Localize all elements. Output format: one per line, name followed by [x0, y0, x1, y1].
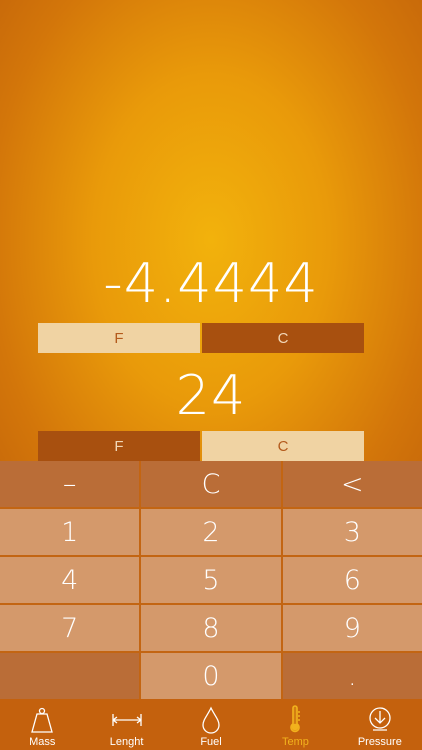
unit-selector-top: F C [38, 323, 364, 353]
key-6[interactable]: 6 [282, 557, 422, 603]
minus-key[interactable]: – [0, 461, 140, 507]
thermometer-icon [290, 705, 301, 733]
key-9[interactable]: 9 [282, 605, 422, 651]
tab-length[interactable]: Lenght [84, 699, 168, 750]
tab-label-fuel: Fuel [200, 736, 222, 748]
key-8[interactable]: 8 [141, 605, 281, 651]
unit-c-button-top[interactable]: C [202, 323, 364, 353]
tab-label-mass: Mass [29, 736, 56, 748]
unit-c-button-bottom[interactable]: C [202, 431, 364, 461]
unit-f-button-top[interactable]: F [38, 323, 200, 353]
input-display: 24 [175, 364, 247, 427]
backspace-key[interactable]: < [282, 461, 422, 507]
tab-pressure[interactable]: Pressure [338, 699, 422, 750]
clear-key[interactable]: C [141, 461, 281, 507]
key-4[interactable]: 4 [0, 557, 140, 603]
drop-icon [202, 706, 220, 734]
tab-label-temp: Temp [281, 736, 309, 748]
ruler-icon [111, 714, 142, 726]
key-7[interactable]: 7 [0, 605, 140, 651]
unit-f-button-bottom[interactable]: F [38, 431, 200, 461]
key-3[interactable]: 3 [282, 509, 422, 555]
key-0[interactable]: 0 [141, 653, 281, 699]
decimal-key[interactable]: . [282, 653, 422, 699]
key-5[interactable]: 5 [141, 557, 281, 603]
result-display: -4.4444 [103, 252, 319, 315]
tab-label-length: Lenght [109, 736, 144, 748]
weight-icon [31, 707, 54, 733]
keypad: – C < 1 2 3 4 5 6 7 8 9 0 . [0, 461, 422, 699]
key-1[interactable]: 1 [0, 509, 140, 555]
blank-key [0, 653, 140, 699]
tab-label-pressure: Pressure [357, 736, 402, 748]
key-2[interactable]: 2 [141, 509, 281, 555]
tab-mass[interactable]: Mass [0, 699, 84, 750]
pressure-icon [369, 707, 391, 731]
tab-temp[interactable]: Temp [253, 699, 337, 750]
tab-bar: Mass Lenght Fuel Temp Pressure [0, 699, 422, 750]
tab-fuel[interactable]: Fuel [169, 699, 253, 750]
unit-selector-bottom: F C [38, 431, 364, 461]
